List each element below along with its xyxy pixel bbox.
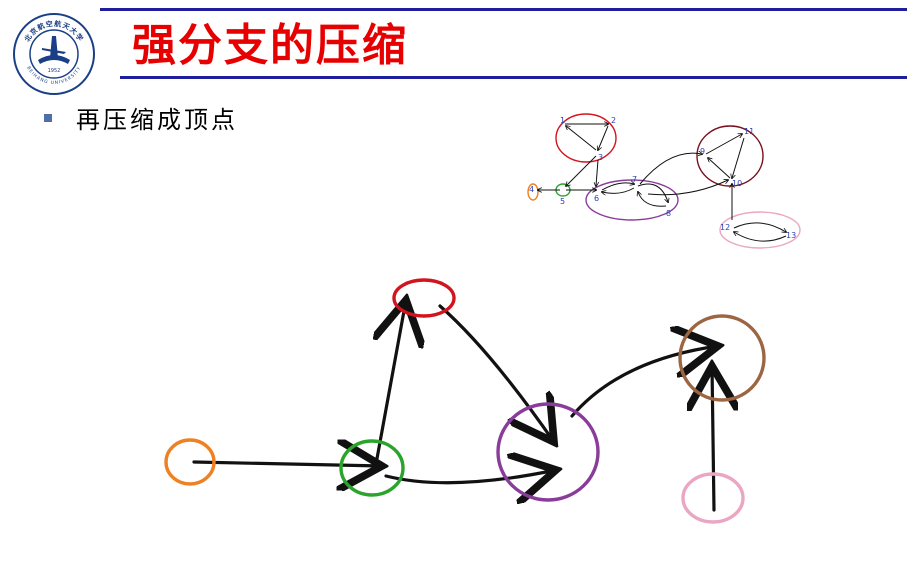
edge-red-to-purple: [438, 304, 554, 442]
slide-title: 强分支的压缩: [132, 20, 408, 71]
thumb-node-label: 8: [666, 209, 671, 218]
edge-pink-to-brown: [712, 366, 714, 512]
thumb-scc-6-7-8: [585, 179, 679, 221]
thumb-node-label: 12: [720, 223, 730, 232]
thumb-edge: [732, 137, 745, 178]
thumb-node-label: 1: [560, 116, 565, 125]
thumb-node-label: 13: [786, 231, 796, 240]
thumb-node-label: 9: [700, 147, 705, 156]
thumb-edge: [598, 125, 609, 150]
thumb-edge: [596, 159, 598, 186]
thumb-node-label: 5: [560, 197, 565, 206]
thumb-edge: [733, 222, 786, 232]
vertex-purple[interactable]: [496, 402, 600, 502]
edge-orange-to-green: [192, 462, 382, 466]
thumb-node-label: 11: [744, 127, 754, 136]
thumb-edge: [708, 158, 731, 179]
thumb-edge: [639, 153, 702, 185]
university-logo: 北京航空航天大学 BEIHANG UNIVERSITY 1952: [13, 13, 95, 95]
bullet-square-icon: [44, 113, 52, 122]
edge-purple-to-brown: [570, 346, 718, 418]
thumb-edge: [602, 187, 635, 193]
vertex-green[interactable]: [339, 439, 405, 497]
thumb-edge: [566, 155, 597, 186]
logo-year: 1952: [48, 68, 61, 74]
vertex-red[interactable]: [392, 278, 456, 318]
vertex-brown[interactable]: [678, 314, 766, 402]
top-rule: [100, 8, 907, 11]
thumb-node-label: 4: [529, 185, 534, 194]
thumb-edge: [647, 180, 728, 196]
thumb-node-label: 3: [598, 153, 603, 162]
thumb-node-label: 6: [594, 194, 599, 203]
condensed-graph: [164, 278, 766, 524]
thumb-edge: [734, 232, 787, 242]
thumb-node-label: 7: [632, 175, 637, 184]
original-graph-thumbnail: 1 2 3 4 5 6 7 8 9 10 11 12 13: [527, 113, 801, 249]
bullet-item: 再压缩成顶点: [44, 100, 238, 135]
thumb-node-label: 2: [611, 116, 616, 125]
thumb-node-label: 10: [732, 179, 742, 188]
thumb-edge: [705, 134, 742, 155]
thumb-edge: [566, 126, 597, 151]
bullet-text: 再压缩成顶点: [76, 106, 238, 134]
edge-green-to-red: [376, 300, 406, 466]
edge-green-to-purple: [384, 470, 556, 483]
title-rule: [120, 76, 907, 79]
